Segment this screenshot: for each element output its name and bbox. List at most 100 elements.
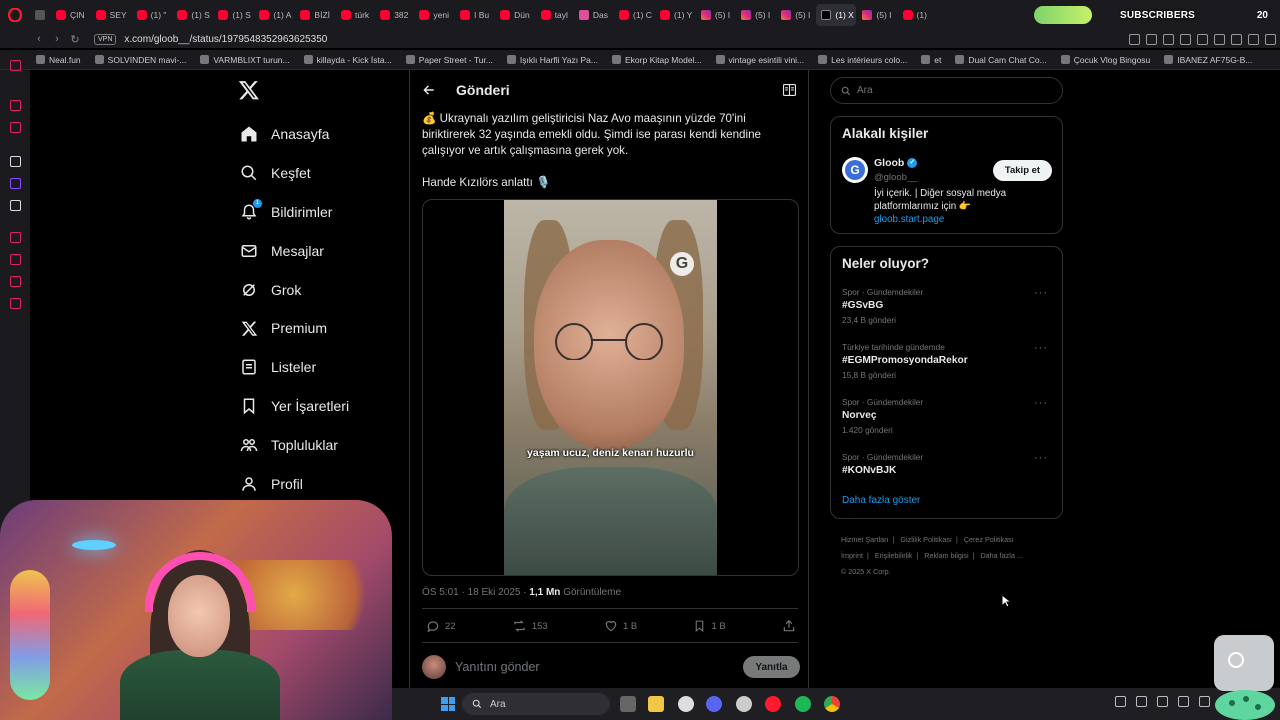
browser-tab[interactable]: (1) C <box>614 4 654 26</box>
tray-app-icon[interactable] <box>1199 696 1210 707</box>
more-options-icon[interactable]: ··· <box>1034 452 1048 464</box>
more-options-icon[interactable]: ··· <box>1034 287 1048 299</box>
microphone-icon[interactable] <box>1178 696 1189 707</box>
nav-premium[interactable]: Premium <box>240 309 349 348</box>
trend-item[interactable]: Spor · Gündemdekiler Norveç 1.420 gönder… <box>842 397 1054 435</box>
sidebar-gaming-icon[interactable] <box>10 122 21 133</box>
browser-tab[interactable]: (5) I <box>857 4 896 26</box>
snapshot-icon[interactable] <box>1146 33 1157 45</box>
play-icon[interactable] <box>1180 33 1191 45</box>
browser-tab[interactable]: SEY <box>91 4 131 26</box>
tab-workspaces[interactable] <box>30 4 50 26</box>
browser-tab[interactable]: (5) I <box>776 4 815 26</box>
sidebar-settings-icon[interactable] <box>10 298 21 309</box>
menu-icon[interactable] <box>1265 33 1276 45</box>
browser-tab[interactable]: (5) I <box>736 4 775 26</box>
bookmark-item[interactable]: killayda - Kick İsta... <box>303 55 392 65</box>
bio-link[interactable]: gloob.start.page <box>874 214 944 225</box>
bookmark-item[interactable]: Neal.fun <box>36 55 81 65</box>
browser-tab[interactable]: (1) X <box>816 4 857 26</box>
reader-mode-icon[interactable] <box>783 84 796 96</box>
show-more-link[interactable]: Daha fazla göster <box>842 495 920 506</box>
bookmark-item[interactable]: IBANEZ AF75G-B... <box>1164 55 1252 65</box>
browser-tab[interactable]: (1) " <box>132 4 172 26</box>
like-button[interactable]: 1 B <box>604 619 637 633</box>
footer-link[interactable]: Gizlilik Politikası <box>900 535 952 544</box>
browser-tab[interactable]: 382 <box>375 4 413 26</box>
reload-icon[interactable]: ↻ <box>66 30 84 48</box>
sidebar-home-icon[interactable] <box>10 60 21 71</box>
browser-tab[interactable]: türk <box>336 4 374 26</box>
reply-submit-button[interactable]: Yanıtla <box>743 656 800 678</box>
user-name[interactable]: Gloob ✓ <box>874 157 918 169</box>
downloads-icon[interactable] <box>1248 33 1259 45</box>
browser-tab[interactable]: ÇIN <box>51 4 90 26</box>
url-field[interactable]: x.com/gloob__/status/1979548352963625350 <box>124 34 327 45</box>
bookmark-item[interactable]: Les intérieurs colo... <box>818 55 907 65</box>
footer-link[interactable]: Daha fazla ... <box>980 551 1022 560</box>
tray-app-icon[interactable] <box>1136 696 1147 707</box>
tray-app-icon[interactable] <box>1157 696 1168 707</box>
sidebar-x-icon[interactable] <box>10 200 21 211</box>
nav-lists[interactable]: Listeler <box>240 348 349 387</box>
chevron-up-icon[interactable] <box>1115 696 1126 707</box>
footer-link[interactable]: Çerez Politikası <box>964 535 1014 544</box>
browser-tab[interactable]: (5) I <box>696 4 735 26</box>
nav-notifications[interactable]: 1 Bildirimler <box>240 193 349 232</box>
bookmark-item[interactable]: Ekorp Kitap Model... <box>612 55 702 65</box>
browser-tab[interactable]: (1) S <box>213 4 253 26</box>
reply-button[interactable]: 22 <box>426 619 456 633</box>
nav-messages[interactable]: Mesajlar <box>240 231 349 270</box>
file-explorer-icon[interactable] <box>648 696 664 712</box>
discord-icon[interactable] <box>706 696 722 712</box>
sidebar-twitch-icon[interactable] <box>10 178 21 189</box>
bookmark-item[interactable]: Işıklı Harfli Yazı Pa... <box>506 55 598 65</box>
nav-explore[interactable]: Keşfet <box>240 154 349 193</box>
search-input[interactable]: Ara <box>830 77 1063 104</box>
video-player[interactable]: G yaşam ucuz, deniz kenarı huzurlu <box>422 199 799 576</box>
browser-tab[interactable]: yeni <box>414 4 454 26</box>
more-options-icon[interactable]: ··· <box>1034 397 1048 409</box>
browser-tab[interactable]: I Bu <box>455 4 494 26</box>
bookmark-item[interactable]: Paper Street - Tur... <box>405 55 493 65</box>
sidebar-messenger-icon[interactable] <box>10 100 21 111</box>
nav-communities[interactable]: Topluluklar <box>240 425 349 464</box>
video-frame[interactable]: G yaşam ucuz, deniz kenarı huzurlu <box>504 200 717 575</box>
footer-link[interactable]: Reklam bilgisi <box>924 551 968 560</box>
more-options-icon[interactable]: ··· <box>1034 342 1048 354</box>
browser-tab[interactable]: BİZİ <box>295 4 335 26</box>
opera-icon[interactable] <box>765 696 781 712</box>
browser-tab[interactable]: (1) <box>898 4 932 26</box>
taskbar-search[interactable]: Ara <box>462 693 610 715</box>
share-button[interactable] <box>782 619 796 633</box>
repost-button[interactable]: 153 <box>512 619 548 633</box>
share-icon[interactable] <box>1163 33 1174 45</box>
bookmark-item[interactable]: vintage esintili vini... <box>715 55 804 65</box>
browser-tab[interactable]: Das <box>574 4 613 26</box>
browser-tab[interactable]: (1) Y <box>655 4 695 26</box>
sidebar-player-icon[interactable] <box>10 232 21 243</box>
extensions-icon[interactable] <box>1214 33 1225 45</box>
obs-icon[interactable] <box>736 696 752 712</box>
tweet-time[interactable]: ÖS 5:01 · 18 Eki 2025 <box>422 587 520 598</box>
avatar[interactable]: G <box>842 157 868 183</box>
trend-item[interactable]: Spor · Gündemdekiler #GSvBG 23,4 B gönde… <box>842 287 1054 325</box>
opera-logo-icon[interactable] <box>0 0 30 30</box>
footer-link[interactable]: Hizmet Şartları <box>841 535 889 544</box>
back-icon[interactable]: ‹ <box>30 30 48 48</box>
footer-link[interactable]: Erişilebilirlik <box>875 551 913 560</box>
vpn-badge[interactable]: VPN <box>94 33 117 45</box>
chrome-icon[interactable] <box>824 696 840 712</box>
x-logo-icon[interactable] <box>238 79 260 101</box>
nav-bookmarks[interactable]: Yer İşaretleri <box>240 387 349 426</box>
forward-icon[interactable]: › <box>48 30 66 48</box>
settings-icon[interactable] <box>678 696 694 712</box>
bookmark-item[interactable]: Çocuk Vlog Bingosu <box>1060 55 1150 65</box>
browser-tab[interactable]: (1) A <box>254 4 294 26</box>
trend-item[interactable]: Türkiye tarihinde gündemde #EGMPromosyon… <box>842 342 1054 380</box>
browser-tab[interactable]: Dün <box>495 4 535 26</box>
bookmark-button[interactable]: 1 B <box>693 619 726 633</box>
browser-tab[interactable]: tayl <box>536 4 573 26</box>
nav-grok[interactable]: Grok <box>240 270 349 309</box>
sidebar-pinboard-icon[interactable] <box>10 276 21 287</box>
